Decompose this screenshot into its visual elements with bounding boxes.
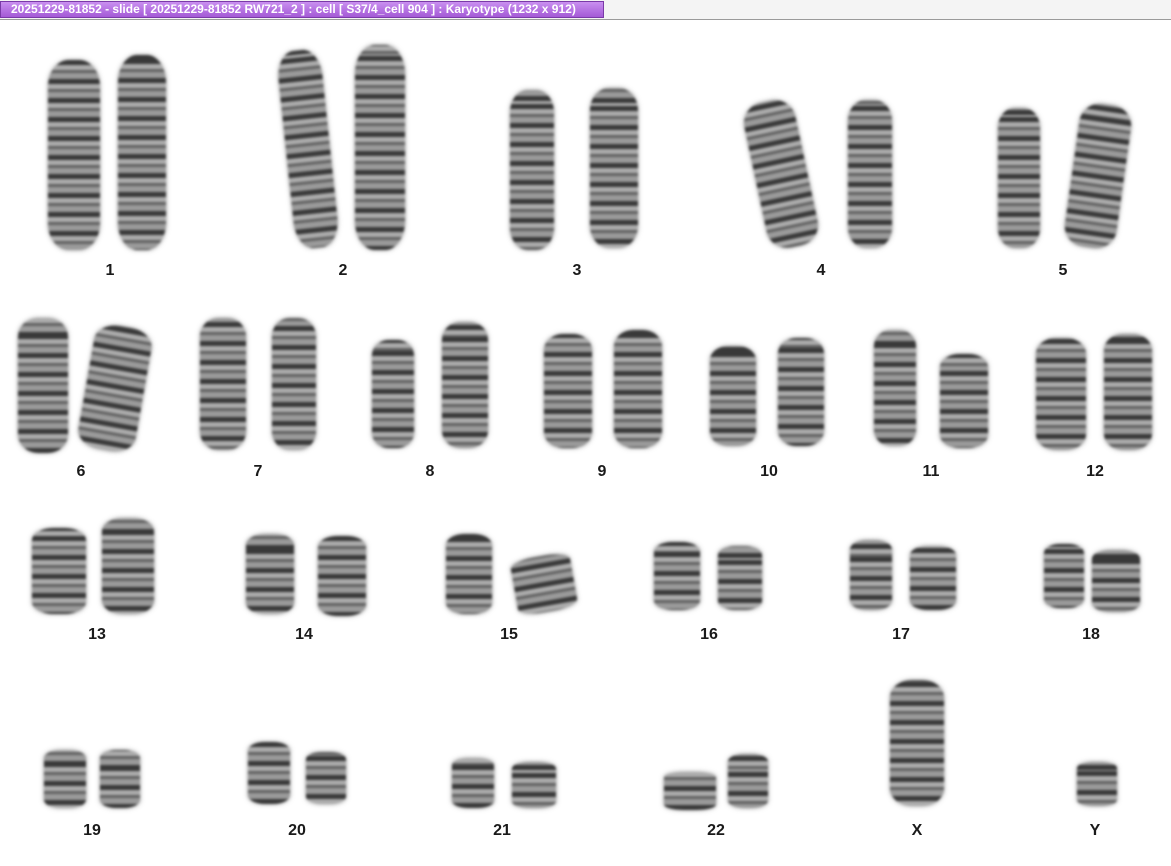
chromosome-label: 21 bbox=[493, 822, 511, 839]
chromosome-image[interactable] bbox=[874, 330, 916, 446]
chromosome-image[interactable] bbox=[1077, 762, 1117, 806]
chromosome-image[interactable] bbox=[1092, 550, 1140, 612]
chromosome-label: 11 bbox=[922, 463, 940, 480]
chromosome-image[interactable] bbox=[44, 750, 86, 808]
chromosome-image[interactable] bbox=[32, 528, 86, 614]
chromosome-label: 22 bbox=[707, 822, 725, 839]
chromosome-image[interactable] bbox=[1062, 101, 1134, 251]
chromosome-image[interactable] bbox=[710, 346, 756, 446]
chromosome-label: 6 bbox=[76, 463, 86, 480]
chromosome-image[interactable] bbox=[509, 551, 579, 617]
chromosome-image[interactable] bbox=[510, 90, 554, 250]
chromosome-image[interactable] bbox=[778, 338, 824, 446]
chromosome-image[interactable] bbox=[372, 340, 414, 448]
chromosome-label: 19 bbox=[83, 822, 101, 839]
chromosome-image[interactable] bbox=[306, 752, 346, 804]
chromosome-image[interactable] bbox=[848, 100, 892, 248]
chromosome-label: 12 bbox=[1086, 463, 1104, 480]
chromosome-image[interactable] bbox=[590, 88, 638, 248]
chromosome-label: X bbox=[911, 822, 923, 839]
chromosome-image[interactable] bbox=[248, 742, 290, 804]
chromosome-image[interactable] bbox=[728, 754, 768, 808]
chromosome-image[interactable] bbox=[275, 48, 341, 250]
chromosome-image[interactable] bbox=[512, 762, 556, 808]
chromosome-image[interactable] bbox=[118, 55, 166, 250]
chromosome-label: 16 bbox=[700, 626, 718, 643]
chromosome-label: 20 bbox=[288, 822, 306, 839]
chromosome-image[interactable] bbox=[544, 334, 592, 448]
chromosome-label: 9 bbox=[597, 463, 607, 480]
window-title-tab[interactable]: 20251229-81852 - slide [ 20251229-81852 … bbox=[0, 1, 604, 18]
chromosome-image[interactable] bbox=[100, 750, 140, 808]
chromosome-label: 14 bbox=[295, 626, 313, 643]
chromosome-image[interactable] bbox=[75, 321, 155, 456]
chromosome-image[interactable] bbox=[1104, 334, 1152, 450]
chromosome-image[interactable] bbox=[940, 354, 988, 448]
chromosome-image[interactable] bbox=[718, 546, 762, 610]
chromosome-image[interactable] bbox=[318, 536, 366, 616]
chromosome-image[interactable] bbox=[654, 542, 700, 610]
chromosome-label: 7 bbox=[253, 463, 263, 480]
chromosome-label: 13 bbox=[88, 626, 106, 643]
chromosome-label: 8 bbox=[425, 463, 435, 480]
chromosome-label: 17 bbox=[892, 626, 910, 643]
chromosome-label: 4 bbox=[816, 262, 826, 279]
chromosome-image[interactable] bbox=[1044, 544, 1084, 608]
chromosome-label: 2 bbox=[338, 262, 348, 279]
chromosome-image[interactable] bbox=[740, 96, 822, 252]
chromosome-image[interactable] bbox=[910, 546, 956, 610]
chromosome-label: 10 bbox=[760, 463, 778, 480]
window-title: 20251229-81852 - slide [ 20251229-81852 … bbox=[11, 2, 576, 16]
chromosome-image[interactable] bbox=[442, 322, 488, 448]
chromosome-image[interactable] bbox=[246, 534, 294, 614]
chromosome-image[interactable] bbox=[1036, 338, 1086, 450]
chromosome-image[interactable] bbox=[614, 330, 662, 448]
chromosome-image[interactable] bbox=[102, 518, 154, 614]
chromosome-label: 5 bbox=[1058, 262, 1068, 279]
chromosome-image[interactable] bbox=[452, 758, 494, 808]
window-titlebar: 20251229-81852 - slide [ 20251229-81852 … bbox=[0, 0, 1171, 20]
chromosome-label: 18 bbox=[1082, 626, 1100, 643]
chromosome-image[interactable] bbox=[890, 680, 944, 806]
chromosome-label: 1 bbox=[105, 262, 115, 279]
chromosome-image[interactable] bbox=[850, 540, 892, 610]
chromosome-image[interactable] bbox=[998, 108, 1040, 248]
chromosome-image[interactable] bbox=[48, 60, 100, 250]
chromosome-image[interactable] bbox=[272, 318, 316, 450]
chromosome-image[interactable] bbox=[355, 45, 405, 250]
chromosome-image[interactable] bbox=[200, 318, 246, 450]
chromosome-image[interactable] bbox=[18, 318, 68, 453]
chromosome-image[interactable] bbox=[446, 534, 492, 614]
chromosome-label: 15 bbox=[500, 626, 518, 643]
chromosome-label: 3 bbox=[572, 262, 582, 279]
chromosome-label: Y bbox=[1089, 822, 1101, 839]
chromosome-image[interactable] bbox=[664, 772, 716, 810]
